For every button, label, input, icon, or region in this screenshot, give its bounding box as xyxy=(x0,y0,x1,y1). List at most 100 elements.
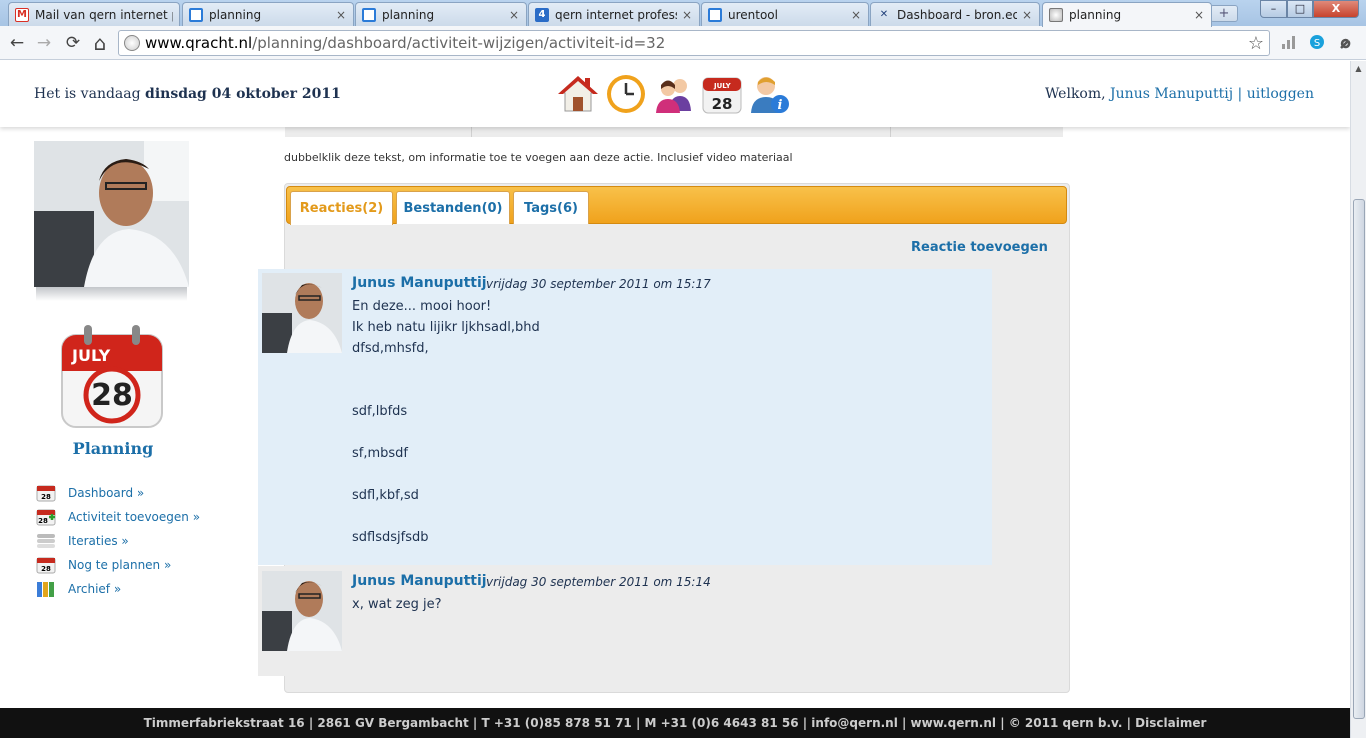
add-reaction-link[interactable]: Reactie toevoegen xyxy=(911,240,1048,255)
home-icon[interactable] xyxy=(557,73,599,115)
dashboard-icon: ✕ xyxy=(879,9,889,20)
reaction-line: sf,mbsdf xyxy=(352,446,408,461)
page-viewport: Het is vandaag dinsdag 04 oktober 2011 J… xyxy=(0,61,1350,738)
close-icon[interactable]: × xyxy=(1021,8,1033,22)
page-icon xyxy=(124,35,140,51)
new-tab-button[interactable]: + xyxy=(1210,5,1238,22)
calendar-icon[interactable]: JULY 28 xyxy=(701,73,743,115)
welcome-text: Welkom, Junus Manuputtij | uitloggen xyxy=(1045,86,1314,102)
calendar-add-icon: 28 xyxy=(36,509,56,526)
browser-tab-gmail[interactable]: M Mail van qern internet p xyxy=(8,2,180,26)
sidebar-item-activiteit-toevoegen[interactable]: 28 Activiteit toevoegen » xyxy=(36,507,200,527)
sidebar-item-label: Activiteit toevoegen » xyxy=(68,510,201,524)
tab-tags[interactable]: Tags(6) xyxy=(513,191,589,224)
minimize-button[interactable]: – xyxy=(1260,0,1287,18)
reaction-line xyxy=(352,422,540,443)
bookmark-star-icon[interactable]: ☆ xyxy=(1248,33,1264,54)
activity-info-text[interactable]: dubbelklik deze tekst, om informatie toe… xyxy=(284,151,793,164)
reaction-line xyxy=(352,359,540,380)
tab-title: Dashboard - bron.eo.nl xyxy=(897,7,1017,22)
home-button[interactable]: ⌂ xyxy=(89,32,111,54)
clock-icon[interactable] xyxy=(605,73,647,115)
skype-icon[interactable]: S xyxy=(1308,34,1326,52)
scroll-thumb[interactable] xyxy=(1353,199,1365,719)
browser-tab-planning-active[interactable]: planning × xyxy=(1042,2,1212,27)
avatar xyxy=(262,571,342,651)
reaction-author[interactable]: Junus Manuputtij xyxy=(352,275,487,291)
close-icon[interactable]: × xyxy=(335,8,347,22)
header-separator: | xyxy=(1233,86,1247,102)
reaction-text: x, wat zeg je? xyxy=(352,594,442,615)
browser-tab-urentool[interactable]: urentool × xyxy=(701,2,869,26)
sidebar-item-iteraties[interactable]: Iteraties » xyxy=(36,531,129,551)
user-info-icon[interactable]: i xyxy=(749,73,791,115)
reaction-line: dfsd,mhsfd, xyxy=(352,341,429,356)
planning-icon xyxy=(189,7,203,22)
window-close-button[interactable]: X xyxy=(1313,0,1359,18)
sidebar-item-label: Nog te plannen » xyxy=(68,558,172,572)
browser-tab-planning-2[interactable]: planning × xyxy=(355,2,527,26)
reaction-author[interactable]: Junus Manuputtij xyxy=(352,573,487,589)
svg-text:28: 28 xyxy=(38,517,48,525)
reaction-line: En deze... mooi hoor! xyxy=(352,299,492,314)
sidebar-title[interactable]: Planning xyxy=(58,439,168,458)
url-path: /planning/dashboard/activiteit-wijzigen/… xyxy=(252,34,666,52)
svg-text:28: 28 xyxy=(41,493,51,501)
close-icon[interactable]: × xyxy=(508,8,520,22)
users-icon[interactable] xyxy=(653,73,695,115)
site-footer: Timmerfabriekstraat 16 | 2861 GV Bergamb… xyxy=(0,708,1350,738)
sidebar-item-label: Iteraties » xyxy=(68,534,129,548)
user-name-link[interactable]: Junus Manuputtij xyxy=(1110,86,1233,102)
avatar xyxy=(262,273,342,353)
url-host: www.qracht.nl xyxy=(145,34,253,52)
reaction-date: vrijdag 30 september 2011 om 15:17 xyxy=(486,277,711,291)
profile-photo xyxy=(34,141,189,287)
sidebar-item-dashboard[interactable]: 28 Dashboard » xyxy=(36,483,144,503)
scroll-up-arrow-icon[interactable]: ▲ xyxy=(1351,61,1366,76)
tab-title: planning xyxy=(1069,8,1122,22)
sidebar-item-archief[interactable]: Archief » xyxy=(36,579,121,599)
reaction-line xyxy=(352,380,540,401)
planning-icon xyxy=(362,7,376,22)
stack-icon xyxy=(37,534,55,548)
tab-title: planning xyxy=(382,7,435,22)
wrench-icon[interactable] xyxy=(1338,34,1356,52)
planning-icon xyxy=(708,7,722,22)
back-button[interactable]: ← xyxy=(6,32,28,54)
browser-tab-bar: M Mail van qern internet p planning × pl… xyxy=(0,0,1366,27)
sidebar-item-label: Dashboard » xyxy=(68,486,145,500)
tab-title: qern internet profession xyxy=(555,7,677,22)
planning-calendar-icon: JULY 28 xyxy=(58,323,166,431)
forward-button[interactable]: → xyxy=(33,32,55,54)
logout-link[interactable]: uitloggen xyxy=(1247,86,1314,102)
reload-button[interactable]: ⟳ xyxy=(62,32,84,54)
sidebar-item-nog-te-plannen[interactable]: 28 Nog te plannen » xyxy=(36,555,171,575)
reaction-line: x, wat zeg je? xyxy=(352,597,442,612)
tab-reacties[interactable]: Reacties(2) xyxy=(290,191,393,225)
page-scrollbar[interactable]: ▲ xyxy=(1350,61,1366,738)
close-icon[interactable]: × xyxy=(681,8,693,22)
sidebar-calendar-day: 28 xyxy=(91,378,133,413)
browser-tab-dashboard[interactable]: ✕ Dashboard - bron.eo.nl × xyxy=(870,2,1040,26)
today-date: Het is vandaag dinsdag 04 oktober 2011 xyxy=(34,86,341,102)
globe-icon xyxy=(1049,8,1063,22)
reaction-text: En deze... mooi hoor! Ik heb natu lijikr… xyxy=(352,296,540,548)
close-icon[interactable]: × xyxy=(850,8,862,22)
calendar-icon: 28 xyxy=(36,557,56,574)
four-icon: 4 xyxy=(535,7,549,22)
reaction-line: sdf,lbfds xyxy=(352,404,408,419)
site-header: Het is vandaag dinsdag 04 oktober 2011 J… xyxy=(0,61,1350,127)
browser-tab-qern[interactable]: 4 qern internet profession × xyxy=(528,2,700,26)
sidebar-item-label: Archief » xyxy=(68,582,122,596)
browser-tab-planning-1[interactable]: planning × xyxy=(182,2,354,26)
close-icon[interactable]: × xyxy=(1193,8,1205,22)
reaction-line: sdflsdsjfsdb xyxy=(352,530,429,545)
signal-icon[interactable] xyxy=(1280,34,1298,52)
tab-bestanden[interactable]: Bestanden(0) xyxy=(396,191,510,224)
tab-title: planning xyxy=(209,7,262,22)
address-bar[interactable]: www.qracht.nl/planning/dashboard/activit… xyxy=(118,30,1270,56)
maximize-button[interactable]: □ xyxy=(1287,0,1313,18)
reaction-date: vrijdag 30 september 2011 om 15:14 xyxy=(486,575,711,589)
date-value: dinsdag 04 oktober 2011 xyxy=(145,86,341,102)
archive-icon xyxy=(37,582,54,597)
